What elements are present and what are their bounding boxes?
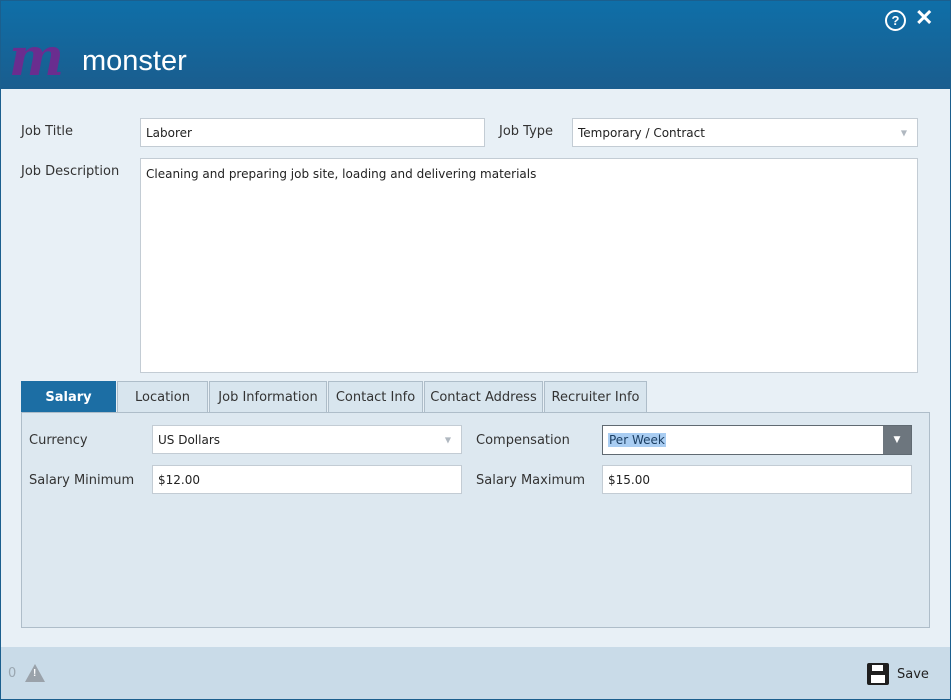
salary-tab-panel: Currency US Dollars ▼ Compensation Per W… (21, 412, 930, 628)
currency-value: US Dollars (158, 432, 221, 447)
tab-contact-address[interactable]: Contact Address (424, 381, 543, 412)
close-icon[interactable]: ✕ (915, 6, 933, 30)
compensation-select[interactable]: Per Week ▼ (602, 425, 912, 455)
job-description-textarea[interactable]: Cleaning and preparing job site, loading… (140, 158, 918, 373)
tab-recruiter-info[interactable]: Recruiter Info (544, 381, 647, 412)
currency-select[interactable]: US Dollars ▼ (152, 425, 462, 454)
compensation-value: Per Week (608, 433, 666, 447)
salary-minimum-label: Salary Minimum (29, 473, 135, 488)
job-type-value: Temporary / Contract (578, 125, 705, 140)
job-title-value: Laborer (146, 125, 192, 140)
monster-logo-text: monster (82, 45, 187, 77)
title-bar: m monster ? ✕ (1, 1, 950, 89)
salary-maximum-label: Salary Maximum (476, 473, 586, 488)
job-title-label: Job Title (21, 124, 74, 139)
tab-contact-info[interactable]: Contact Info (328, 381, 423, 412)
tab-bar: Salary Location Job Information Contact … (21, 381, 648, 412)
floppy-disk-icon (867, 663, 889, 685)
save-button[interactable]: Save (867, 660, 929, 688)
tab-salary[interactable]: Salary (21, 381, 116, 412)
job-title-input[interactable]: Laborer (140, 118, 485, 147)
salary-minimum-value: $12.00 (158, 472, 200, 487)
salary-minimum-input[interactable]: $12.00 (152, 465, 462, 494)
help-icon[interactable]: ? (885, 10, 906, 31)
warning-icon[interactable]: ! (25, 664, 45, 682)
chevron-down-icon: ▼ (900, 128, 907, 137)
job-type-label: Job Type (499, 124, 554, 139)
tab-job-information[interactable]: Job Information (209, 381, 327, 412)
job-description-value: Cleaning and preparing job site, loading… (146, 167, 537, 181)
job-type-select[interactable]: Temporary / Contract ▼ (572, 118, 918, 147)
form-content: Job Title Laborer Job Type Temporary / C… (1, 89, 950, 647)
chevron-down-icon: ▼ (444, 435, 451, 444)
chevron-down-icon[interactable]: ▼ (883, 426, 911, 454)
warning-count: 0 (8, 666, 17, 681)
job-description-label: Job Description (21, 164, 120, 179)
currency-label: Currency (29, 433, 88, 448)
salary-maximum-input[interactable]: $15.00 (602, 465, 912, 494)
footer-bar: 0 ! Save (1, 647, 950, 699)
tab-location[interactable]: Location (117, 381, 208, 412)
save-label: Save (897, 666, 929, 682)
salary-maximum-value: $15.00 (608, 472, 650, 487)
compensation-label: Compensation (476, 433, 570, 448)
job-posting-window: m monster ? ✕ Job Title Laborer Job Type… (0, 0, 951, 700)
monster-logo-mark: m (9, 27, 64, 88)
